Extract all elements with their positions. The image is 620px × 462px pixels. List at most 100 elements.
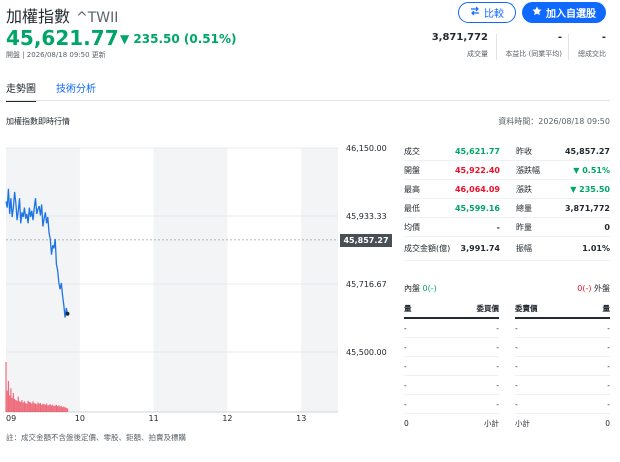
- volume-bar: [23, 401, 26, 412]
- price-change-value: 235.50 (0.51%): [133, 32, 237, 46]
- order-book-cell: -: [404, 399, 407, 409]
- quote-row: 均價 - 昨量 0: [404, 218, 610, 237]
- order-book-row: --: [515, 376, 610, 395]
- quote-label: 漲跌幅: [516, 165, 540, 175]
- volume-bar: [52, 404, 54, 412]
- down-arrow-icon: ▼: [120, 32, 130, 46]
- outer-value: 0(-): [577, 283, 592, 293]
- order-book: 內盤 0(-) 0(-) 外盤 量 委買價 ---------- 0 小計 委賣…: [404, 280, 610, 433]
- compare-icon: [470, 6, 480, 19]
- tab-technical[interactable]: 技術分析: [56, 80, 96, 100]
- stat-divider: [496, 34, 497, 60]
- quote-label: 最高: [404, 184, 420, 194]
- volume-bar: [60, 406, 62, 412]
- volume-bar: [14, 398, 16, 412]
- quote-label: 成交: [404, 146, 420, 156]
- volume-bar: [34, 403, 37, 412]
- stat-volume-value: 3,871,772: [431, 32, 488, 43]
- stat-ratio: - 總成交比: [566, 32, 606, 59]
- volume-bar: [5, 362, 7, 412]
- volume-bar: [20, 401, 22, 412]
- volume-bar: [53, 406, 55, 412]
- volume-bar: [21, 400, 23, 412]
- col-qty: 量: [602, 304, 611, 313]
- volume-bar: [29, 402, 32, 412]
- data-time: 資料時間：2026/08/18 09:50: [498, 117, 610, 126]
- quote-value: 45,857.27: [564, 146, 610, 156]
- order-book-cell: -: [607, 323, 610, 333]
- col-bid: 委買價: [476, 304, 500, 313]
- quote-value: ▼ 0.51%: [573, 165, 610, 175]
- bid-side: 量 委買價 ---------- 0 小計: [404, 300, 499, 433]
- order-book-cell: -: [515, 342, 518, 352]
- session-band: [6, 148, 80, 412]
- quote-table: 成交 45,621.77 昨收 45,857.27 開盤 45,922.40 漲跌幅 ▼ 0.…: [404, 142, 610, 261]
- order-book-cell: -: [607, 361, 610, 371]
- bid-subtotal-label: 小計: [484, 419, 499, 428]
- order-book-cell: -: [607, 399, 610, 409]
- volume-bar: [17, 396, 19, 412]
- quote-label: 漲跌: [516, 184, 532, 194]
- volume-bar: [47, 405, 49, 412]
- ask-total: 0: [605, 419, 610, 428]
- order-book-cell: -: [496, 323, 499, 333]
- x-tick-label: 13: [296, 414, 307, 423]
- tab-divider: [6, 100, 610, 101]
- chart-title: 加權指數即時行情: [6, 117, 70, 126]
- quote-value: 0: [604, 222, 610, 232]
- volume-bar: [22, 402, 24, 412]
- order-book-cell: -: [515, 323, 518, 333]
- price-change: ▼ 235.50 (0.51%): [120, 32, 237, 46]
- order-book-cell: -: [515, 361, 518, 371]
- page-title: 加權指數 ^TWII: [6, 3, 118, 27]
- y-tick-label: 45,933.33: [346, 212, 387, 221]
- y-tick-label: 46,150.00: [346, 144, 387, 153]
- volume-bar: [45, 403, 48, 412]
- order-book-row: --: [404, 376, 499, 395]
- quote-value: -: [496, 222, 500, 232]
- index-name: 加權指數: [6, 7, 71, 26]
- volume-bar: [31, 403, 33, 412]
- compare-button[interactable]: 比較: [458, 2, 516, 23]
- volume-bar: [25, 403, 27, 412]
- order-book-cell: -: [607, 342, 610, 352]
- footnote: 註：成交金額不含盤後定價、零股、鉅額、拍賣及標購: [6, 433, 186, 442]
- order-book-row: --: [404, 357, 499, 376]
- stat-volume-label: 成交量: [467, 50, 488, 58]
- tab-trend[interactable]: 走勢圖: [6, 80, 36, 102]
- order-book-row: --: [515, 319, 610, 338]
- quote-label: 振幅: [516, 244, 532, 253]
- quote-value: 1.01%: [582, 244, 610, 253]
- order-book-row: --: [515, 357, 610, 376]
- order-book-cell: -: [496, 380, 499, 390]
- add-watchlist-button[interactable]: 加入自選股: [522, 2, 606, 23]
- reference-price-tag: 45,857.27: [340, 234, 392, 247]
- col-qty: 量: [404, 304, 412, 313]
- stat-volume: 3,871,772 成交量: [426, 32, 488, 59]
- volume-bar: [65, 407, 67, 412]
- volume-bar: [32, 401, 34, 412]
- volume-bar: [9, 395, 11, 412]
- quote-row: 開盤 45,922.40 漲跌幅 ▼ 0.51%: [404, 161, 610, 180]
- quote-value: ▼ 235.50: [570, 184, 610, 194]
- volume-bar: [36, 404, 38, 412]
- inner-label: 內盤: [404, 283, 420, 293]
- ask-subtotal-label: 小計: [515, 419, 530, 428]
- outer-label: 外盤: [594, 283, 610, 293]
- stat-pe: - 本益比 (同業平均): [498, 32, 562, 59]
- volume-bar: [66, 408, 69, 412]
- quote-value: 45,922.40: [454, 165, 500, 175]
- quote-row: 成交金額(億) 3,991.74 振幅 1.01%: [404, 237, 610, 261]
- stat-ratio-label: 總成交比: [578, 50, 606, 58]
- volume-bar: [15, 400, 17, 412]
- volume-bar: [12, 392, 14, 412]
- col-ask: 委賣價: [515, 304, 538, 313]
- last-price-dot: [65, 311, 70, 316]
- quote-value: 3,871,772: [564, 203, 610, 213]
- volume-bar: [61, 407, 64, 412]
- quote-label: 成交金額(億): [404, 244, 451, 253]
- quote-label: 昨量: [516, 222, 532, 232]
- quote-label: 均價: [404, 222, 420, 232]
- x-tick-label: 09: [6, 414, 17, 423]
- volume-bar: [57, 406, 59, 412]
